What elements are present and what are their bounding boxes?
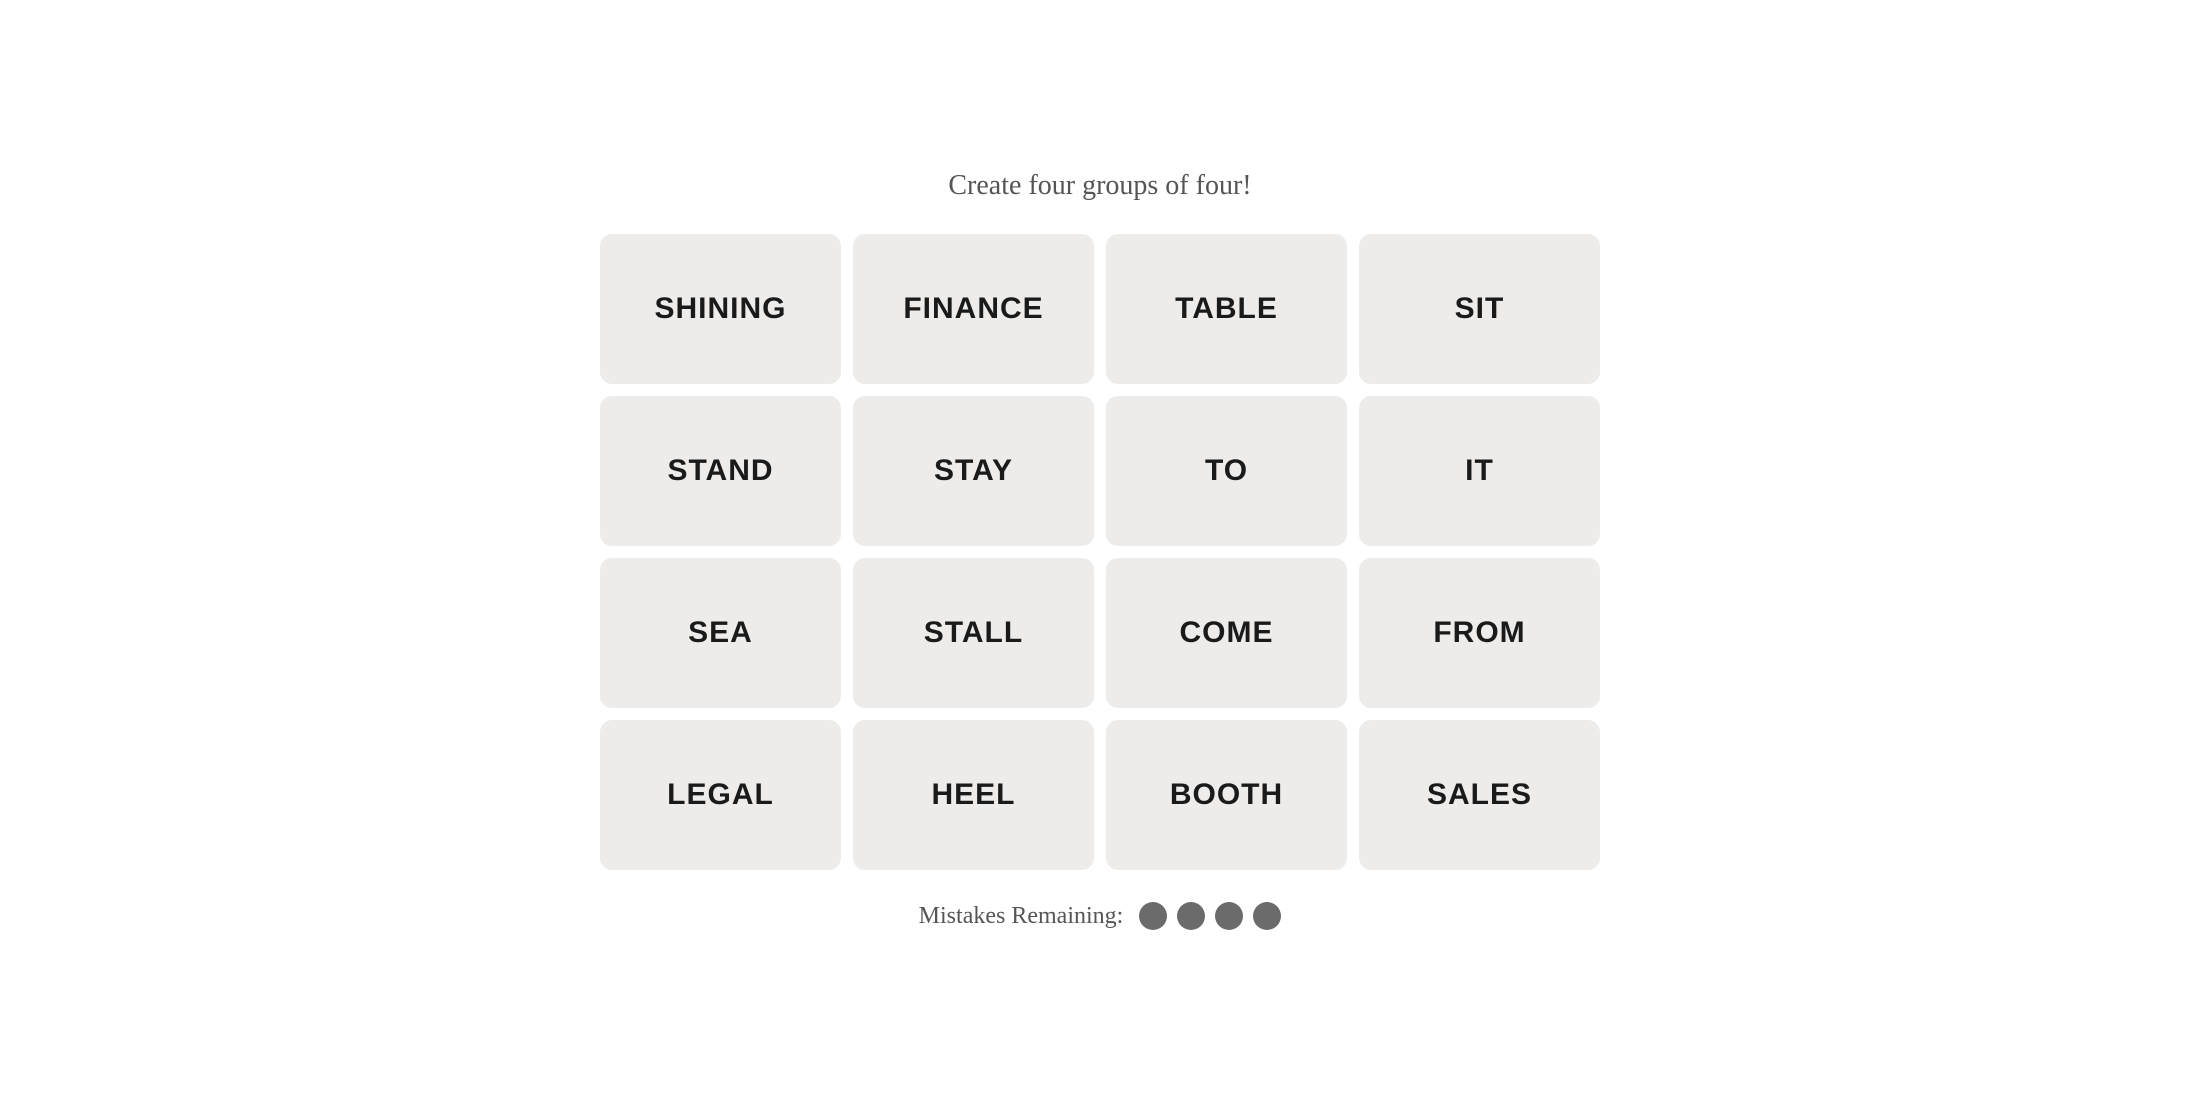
word-card-shining[interactable]: SHINING (600, 234, 841, 384)
word-label-it: IT (1465, 454, 1494, 488)
game-subtitle: Create four groups of four! (948, 170, 1251, 202)
mistake-dot-1 (1139, 902, 1167, 930)
word-card-from[interactable]: FROM (1359, 558, 1600, 708)
word-grid: SHINING FINANCE TABLE SIT STAND STAY TO IT SEA ST… (600, 234, 1600, 870)
mistake-dot-4 (1253, 902, 1281, 930)
mistakes-label: Mistakes Remaining: (919, 903, 1124, 930)
word-card-sales[interactable]: SALES (1359, 720, 1600, 870)
word-card-it[interactable]: IT (1359, 396, 1600, 546)
word-label-sit: SIT (1455, 292, 1505, 326)
word-card-heel[interactable]: HEEL (853, 720, 1094, 870)
mistake-dot-2 (1177, 902, 1205, 930)
word-label-legal: LEGAL (667, 778, 774, 812)
word-card-finance[interactable]: FINANCE (853, 234, 1094, 384)
word-card-legal[interactable]: LEGAL (600, 720, 841, 870)
game-container: Create four groups of four! SHINING FINAN… (600, 170, 1600, 930)
word-card-sea[interactable]: SEA (600, 558, 841, 708)
word-label-finance: FINANCE (903, 292, 1043, 326)
word-label-stall: STALL (924, 616, 1023, 650)
mistakes-dots (1139, 902, 1281, 930)
word-label-come: COME (1180, 616, 1274, 650)
word-card-stall[interactable]: STALL (853, 558, 1094, 708)
word-label-to: TO (1205, 454, 1248, 488)
word-label-sales: SALES (1427, 778, 1532, 812)
word-label-stand: STAND (667, 454, 773, 488)
word-label-booth: BOOTH (1170, 778, 1283, 812)
word-label-table: TABLE (1175, 292, 1278, 326)
word-card-stay[interactable]: STAY (853, 396, 1094, 546)
word-label-shining: SHINING (654, 292, 786, 326)
word-card-stand[interactable]: STAND (600, 396, 841, 546)
word-label-sea: SEA (688, 616, 753, 650)
word-card-booth[interactable]: BOOTH (1106, 720, 1347, 870)
word-label-heel: HEEL (931, 778, 1015, 812)
mistakes-section: Mistakes Remaining: (919, 902, 1282, 930)
word-card-sit[interactable]: SIT (1359, 234, 1600, 384)
word-label-from: FROM (1433, 616, 1525, 650)
word-card-come[interactable]: COME (1106, 558, 1347, 708)
word-label-stay: STAY (934, 454, 1013, 488)
word-card-to[interactable]: TO (1106, 396, 1347, 546)
word-card-table[interactable]: TABLE (1106, 234, 1347, 384)
mistake-dot-3 (1215, 902, 1243, 930)
